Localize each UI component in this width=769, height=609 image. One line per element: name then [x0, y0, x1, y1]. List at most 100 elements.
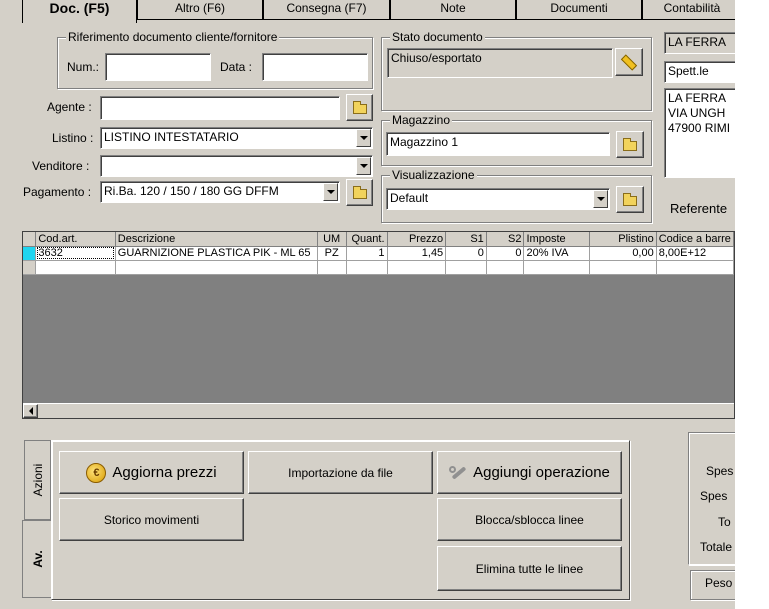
pagamento-value: Ri.Ba. 120 / 150 / 180 GG DFFM [104, 184, 279, 198]
data-field[interactable] [262, 53, 368, 81]
tab-altro[interactable]: Altro (F6) [137, 0, 263, 20]
row-selector[interactable] [23, 260, 37, 275]
storico-movimenti-label: Storico movimenti [103, 512, 200, 527]
referente-label: Referente [670, 201, 728, 216]
grid-header-row: Cod.art. Descrizione UM Quant. Prezzo S1… [23, 232, 735, 247]
tab-note[interactable]: Note [390, 0, 516, 20]
venditore-label: Venditore : [32, 159, 90, 173]
cell[interactable]: 0 [486, 246, 525, 261]
peso-label: Peso [705, 576, 733, 590]
visualizzazione-value: Default [390, 191, 429, 205]
col-header[interactable]: Quant. [346, 232, 388, 247]
address-line: VIA UNGH [668, 106, 726, 120]
tab-documenti[interactable]: Documenti [516, 0, 642, 20]
aggiungi-operazione-label: Aggiungi operazione [473, 464, 610, 481]
cell[interactable]: 0 [445, 246, 487, 261]
stato-edit-button[interactable] [615, 48, 643, 76]
grid-horizontal-scrollbar[interactable] [23, 403, 734, 418]
tab-azioni-label: Azioni [30, 463, 45, 497]
col-header[interactable]: Prezzo [387, 232, 447, 247]
pagamento-browse-button[interactable] [346, 179, 373, 206]
visualizzazione-dropdown-arrow-icon[interactable] [593, 190, 608, 208]
tab-azioni[interactable]: Azioni [24, 440, 51, 520]
visualizzazione-legend: Visualizzazione [390, 168, 477, 182]
venditore-dropdown-arrow-icon[interactable] [356, 157, 371, 175]
storico-movimenti-button[interactable]: Storico movimenti [59, 498, 244, 541]
magazzino-field[interactable]: Magazzino 1 [386, 132, 610, 156]
riferimento-legend: Riferimento documento cliente/fornitore [66, 30, 280, 44]
pagamento-dropdown-arrow-icon[interactable] [323, 183, 338, 201]
cell[interactable] [317, 260, 347, 275]
num-label: Num.: [67, 60, 100, 74]
listino-value: LISTINO INTESTATARIO [104, 130, 239, 144]
cell[interactable] [445, 260, 487, 275]
cell[interactable] [656, 260, 735, 275]
cell[interactable] [523, 260, 591, 275]
col-header[interactable]: Codice a barre [656, 232, 735, 247]
address-line: LA FERRA [668, 91, 727, 105]
peso-box: Peso [690, 570, 735, 600]
col-header[interactable]: S2 [486, 232, 525, 247]
visualizzazione-select[interactable]: Default [386, 188, 610, 210]
folder-icon [623, 192, 637, 206]
agente-browse-button[interactable] [346, 94, 373, 121]
intestatario-address-field[interactable]: LA FERRA VIA UNGH 47900 RIMI [664, 88, 735, 178]
cell[interactable]: 0,00 [589, 246, 657, 261]
lines-table[interactable]: Cod.art. Descrizione UM Quant. Prezzo S1… [23, 232, 735, 275]
pagamento-label: Pagamento : [23, 185, 92, 199]
cell[interactable]: 1 [346, 246, 388, 261]
importazione-button[interactable]: Importazione da file [248, 451, 433, 494]
agente-field[interactable] [100, 96, 340, 120]
aggiungi-operazione-button[interactable]: Aggiungi operazione [437, 451, 622, 494]
cell[interactable] [35, 260, 116, 275]
table-row[interactable]: 3632 GUARNIZIONE PLASTICA PIK - ML 65 PZ… [23, 246, 735, 261]
cell[interactable] [589, 260, 657, 275]
col-header[interactable]: S1 [445, 232, 487, 247]
cell[interactable]: GUARNIZIONE PLASTICA PIK - ML 65 [115, 246, 318, 261]
table-row[interactable] [23, 260, 735, 275]
col-header[interactable]: Cod.art. [35, 232, 116, 247]
num-field[interactable] [105, 53, 211, 81]
pagamento-select[interactable]: Ri.Ba. 120 / 150 / 180 GG DFFM [100, 181, 340, 203]
magazzino-browse-button[interactable] [616, 131, 644, 158]
tab-doc[interactable]: Doc. (F5) [22, 0, 137, 23]
blocca-sblocca-label: Blocca/sblocca linee [475, 512, 584, 527]
col-header[interactable]: Plistino [589, 232, 657, 247]
spese-label: Spes [706, 464, 734, 478]
cell[interactable]: 8,00E+12 [656, 246, 735, 261]
cell[interactable]: 20% IVA [523, 246, 591, 261]
cell[interactable] [115, 260, 318, 275]
cell[interactable]: 3632 [35, 246, 116, 261]
tab-av[interactable]: Av. [22, 520, 52, 598]
aggiorna-prezzi-button[interactable]: € Aggiorna prezzi [59, 451, 244, 494]
visualizzazione-browse-button[interactable] [616, 186, 644, 213]
cell[interactable]: 1,45 [387, 246, 447, 261]
document-lines-grid[interactable]: Cod.art. Descrizione UM Quant. Prezzo S1… [22, 231, 735, 419]
col-header[interactable]: Descrizione [115, 232, 318, 247]
listino-label: Listino : [52, 131, 94, 145]
scroll-left-button[interactable] [23, 404, 38, 418]
chevron-left-icon [28, 407, 33, 415]
cell[interactable] [486, 260, 525, 275]
listino-select[interactable]: LISTINO INTESTATARIO [100, 127, 373, 149]
data-label: Data : [220, 60, 253, 74]
row-selector-header [23, 232, 37, 247]
col-header[interactable]: Imposte [523, 232, 591, 247]
folder-icon [623, 137, 637, 151]
tab-consegna[interactable]: Consegna (F7) [263, 0, 390, 20]
intestatario-title-field[interactable]: Spett.le [664, 61, 735, 83]
listino-dropdown-arrow-icon[interactable] [356, 129, 371, 147]
stato-field: Chiuso/esportato [387, 48, 613, 78]
tab-contabilita[interactable]: Contabilità [642, 0, 735, 20]
agente-label: Agente : [47, 100, 92, 114]
cell[interactable] [387, 260, 447, 275]
blocca-sblocca-button[interactable]: Blocca/sblocca linee [437, 498, 622, 541]
intestatario-name-field: LA FERRA [664, 32, 735, 54]
address-line: 47900 RIMI [668, 121, 731, 135]
cell[interactable]: PZ [317, 246, 347, 261]
elimina-linee-button[interactable]: Elimina tutte le linee [437, 546, 622, 591]
row-selector[interactable] [23, 246, 37, 261]
col-header[interactable]: UM [317, 232, 347, 247]
venditore-select[interactable] [100, 155, 373, 177]
cell[interactable] [346, 260, 388, 275]
